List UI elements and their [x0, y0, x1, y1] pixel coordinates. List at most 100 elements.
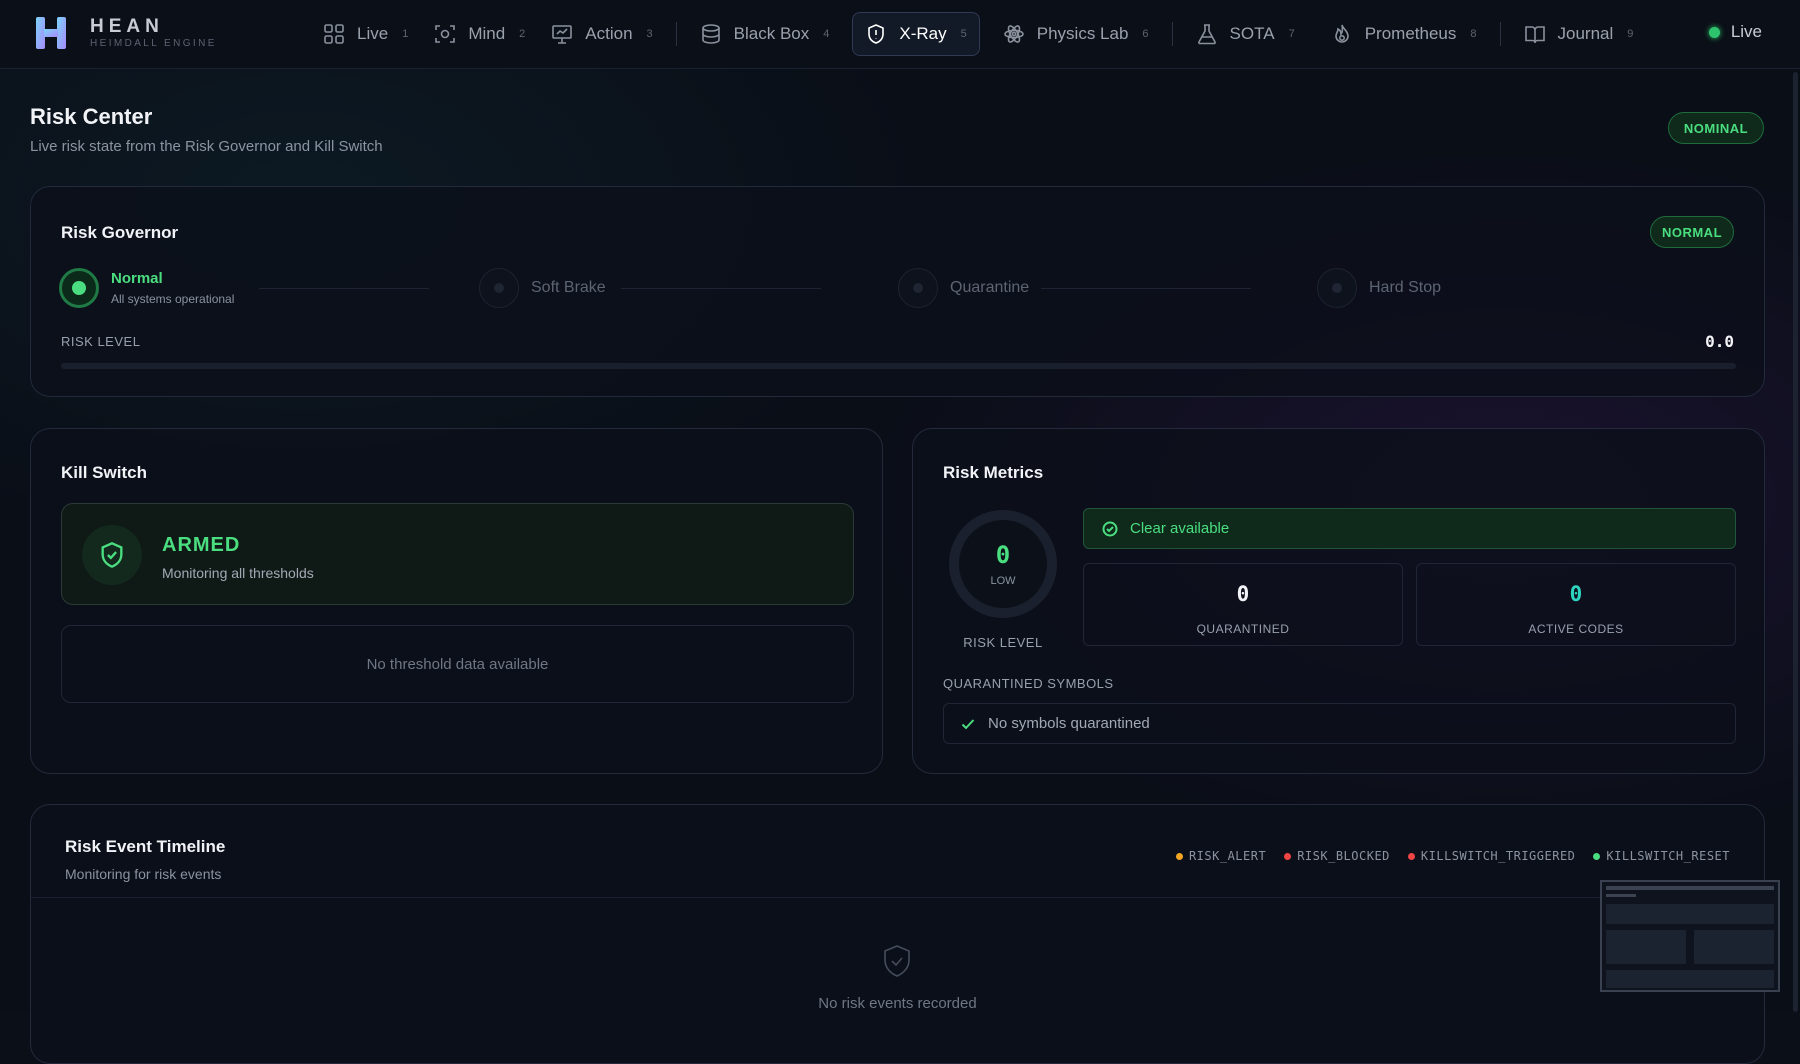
risk-gauge-level: LOW	[990, 575, 1016, 587]
stage-label: Hard Stop	[1369, 279, 1442, 296]
stage-connector	[621, 288, 821, 289]
legend-item-risk-alert: RISK_ALERT	[1175, 849, 1267, 863]
top-nav-bar: HEAN HEIMDALL ENGINE Live 1 Mind 2 Actio…	[0, 0, 1800, 69]
nav-shortcut-key: 7	[1288, 28, 1295, 40]
book-icon	[1524, 26, 1545, 44]
active-codes-metric: 0 ACTIVE CODES	[1416, 563, 1736, 646]
legend-item-risk-blocked: RISK_BLOCKED	[1284, 849, 1390, 863]
nav-shortcut-key: 5	[960, 28, 967, 40]
nav-tab-sota[interactable]: SOTA 7	[1183, 12, 1308, 56]
nav-tab-label: Mind	[468, 24, 506, 43]
nav-tab-journal[interactable]: Journal 9	[1511, 12, 1647, 56]
stage-quarantine: Quarantine	[898, 268, 1029, 308]
legend-label: KILLSWITCH_RESET	[1606, 849, 1730, 863]
clear-available-banner: Clear available	[1083, 508, 1736, 549]
stage-connector	[259, 288, 429, 289]
nav-tab-live[interactable]: Live 1	[310, 12, 421, 56]
legend-label: KILLSWITCH_TRIGGERED	[1420, 849, 1576, 863]
scan-icon	[435, 25, 456, 43]
quarantined-count: 0	[1236, 582, 1250, 606]
risk-level-label: RISK LEVEL	[61, 334, 141, 349]
risk-governor-card: Risk Governor NORMAL Normal All systems …	[30, 186, 1765, 397]
nav-divider	[675, 22, 677, 46]
stage-hard-stop: Hard Stop	[1317, 268, 1441, 308]
stage-soft-brake: Soft Brake	[479, 268, 606, 308]
shield-alert-icon	[868, 24, 885, 44]
connection-status: Live	[1708, 22, 1762, 42]
connection-status-label: Live	[1730, 22, 1762, 41]
stage-normal: Normal All systems operational	[59, 268, 234, 308]
nav-tab-label: Action	[585, 24, 633, 43]
risk-metrics-title: Risk Metrics	[943, 463, 1044, 482]
timeline-empty-state: No risk events recorded	[818, 995, 977, 1012]
brand[interactable]: HEAN HEIMDALL ENGINE	[34, 14, 217, 52]
stage-label: Soft Brake	[531, 279, 606, 296]
brand-name: HEAN	[90, 16, 164, 37]
page-minimap[interactable]	[1600, 880, 1780, 992]
stage-indicator	[59, 268, 99, 308]
clear-available-text: Clear available	[1130, 520, 1230, 537]
legend-item-killswitch-triggered: KILLSWITCH_TRIGGERED	[1407, 849, 1576, 863]
shield-check-icon	[82, 525, 142, 585]
risk-gauge-caption: RISK LEVEL	[963, 635, 1043, 650]
nav-shortcut-key: 6	[1142, 28, 1149, 40]
nav-tab-prometheus[interactable]: Prometheus 8	[1318, 12, 1490, 56]
nav-shortcut-key: 1	[402, 28, 409, 40]
legend-label: RISK_BLOCKED	[1297, 849, 1390, 863]
nav-tab-x-ray[interactable]: X-Ray 5	[852, 12, 980, 56]
stage-indicator	[1317, 268, 1357, 308]
nav-shortcut-key: 2	[519, 28, 526, 40]
kill-switch-state-panel: ARMED Monitoring all thresholds	[61, 503, 854, 605]
nav-shortcut-key: 9	[1627, 28, 1634, 40]
nav-tab-label: Black Box	[733, 24, 810, 43]
presentation-icon	[552, 25, 573, 44]
flame-icon	[1334, 24, 1349, 43]
quarantined-symbols-empty: No symbols quarantined	[988, 715, 1150, 732]
nav-tab-action[interactable]: Action 3	[538, 12, 665, 56]
nav-tab-label: Live	[357, 24, 389, 43]
timeline-legend: RISK_ALERT RISK_BLOCKED KILLSWITCH_TRIGG…	[1158, 849, 1730, 863]
nav-tab-label: X-Ray	[899, 24, 947, 43]
stage-label: Quarantine	[950, 279, 1030, 296]
risk-level-value: 0.0	[1705, 332, 1734, 351]
page-scrollbar[interactable]	[1793, 72, 1798, 1012]
status-dot-icon	[1708, 26, 1720, 38]
quarantined-metric: 0 QUARANTINED	[1083, 563, 1403, 646]
kill-switch-state: ARMED	[162, 534, 241, 556]
main-nav: Live 1 Mind 2 Action 3 Black Box 4 X-Ray…	[310, 12, 1646, 56]
page-status-badge: NOMINAL	[1668, 112, 1764, 144]
stage-label: Normal	[111, 270, 163, 287]
risk-metrics-card: Risk Metrics 0 LOW RISK LEVEL Clear avai…	[912, 428, 1765, 774]
risk-gauge-value: 0	[995, 541, 1011, 569]
timeline-title: Risk Event Timeline	[65, 837, 226, 856]
stage-description: All systems operational	[111, 292, 235, 306]
nav-tab-physics-lab[interactable]: Physics Lab 6	[990, 12, 1162, 56]
hean-logo-icon	[36, 17, 66, 49]
check-circle-icon	[1102, 521, 1118, 536]
kill-switch-state-desc: Monitoring all thresholds	[162, 565, 314, 581]
nav-divider	[1499, 22, 1501, 46]
check-icon	[961, 718, 975, 729]
page-subtitle: Live risk state from the Risk Governor a…	[30, 138, 383, 155]
nav-tab-black-box[interactable]: Black Box 4	[687, 12, 843, 56]
active-codes-label: ACTIVE CODES	[1528, 622, 1624, 636]
active-codes-count: 0	[1569, 582, 1583, 606]
legend-label: RISK_ALERT	[1188, 849, 1267, 863]
atom-icon	[1003, 25, 1024, 43]
nav-tab-label: Physics Lab	[1036, 24, 1129, 43]
quarantined-symbols-label: QUARANTINED SYMBOLS	[943, 676, 1114, 691]
nav-tab-label: Prometheus	[1364, 24, 1457, 43]
kill-switch-title: Kill Switch	[61, 463, 147, 482]
brand-subtitle: HEIMDALL ENGINE	[90, 38, 217, 49]
stage-indicator	[898, 268, 938, 308]
page-title: Risk Center	[30, 104, 153, 129]
nav-tab-mind[interactable]: Mind 2	[421, 12, 538, 56]
nav-divider	[1171, 22, 1173, 46]
risk-level-bar	[61, 363, 1736, 369]
threshold-empty-state: No threshold data available	[61, 625, 854, 703]
risk-governor-title: Risk Governor	[61, 223, 179, 242]
flask-icon	[1197, 24, 1216, 45]
stage-connector	[1041, 288, 1251, 289]
shield-check-icon	[879, 943, 915, 979]
nav-tab-label: Journal	[1557, 24, 1614, 43]
